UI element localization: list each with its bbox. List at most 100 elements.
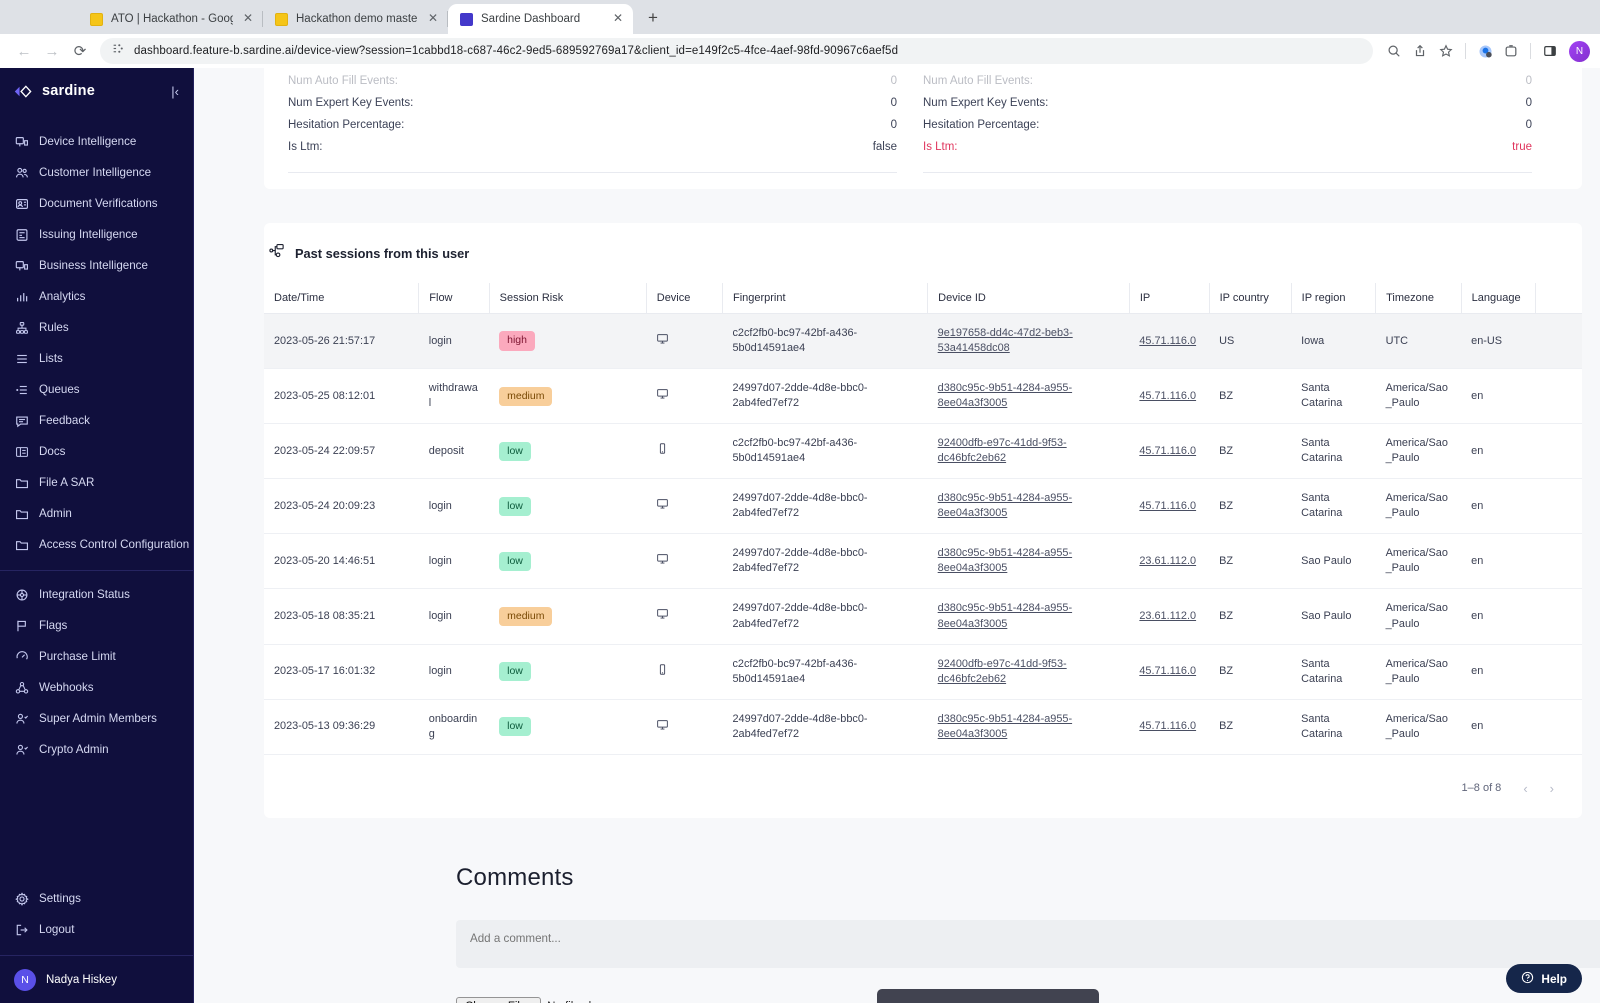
sidebar-item-logout[interactable]: Logout (0, 914, 193, 945)
sidebar-item-file-a-sar[interactable]: File A SAR (0, 467, 193, 498)
sidebar-item-admin[interactable]: Admin (0, 498, 193, 529)
column-header-ip[interactable]: IP (1129, 283, 1209, 314)
sidebar-item-analytics[interactable]: Analytics (0, 281, 193, 312)
cell-ip[interactable]: 45.71.116.0 (1129, 424, 1209, 479)
share-icon[interactable] (1407, 38, 1433, 64)
cell-ip[interactable]: 45.71.116.0 (1129, 479, 1209, 534)
cell-device-id[interactable]: d380c95c-9b51-4284-a955-8ee04a3f3005 (928, 534, 1130, 589)
help-button[interactable]: Help (1506, 964, 1582, 993)
table-row[interactable]: 2023-05-24 22:09:57depositlowc2cf2fb0-bc… (264, 424, 1582, 479)
column-header-language[interactable]: Language (1461, 283, 1535, 314)
sidebar-item-rules[interactable]: Rules (0, 312, 193, 343)
sidebar-item-customer-intelligence[interactable]: Customer Intelligence (0, 157, 193, 188)
sidebar-item-issuing-intelligence[interactable]: Issuing Intelligence (0, 219, 193, 250)
column-header-fingerprint[interactable]: Fingerprint (722, 283, 927, 314)
cell-device-id[interactable]: d380c95c-9b51-4284-a955-8ee04a3f3005 (928, 589, 1130, 644)
extension-puzzle-icon[interactable] (1472, 38, 1498, 64)
status-badge: low (499, 442, 531, 461)
cell-ip[interactable]: 45.71.116.0 (1129, 699, 1209, 754)
column-header-ip-region[interactable]: IP region (1291, 283, 1375, 314)
column-header-timezone[interactable]: Timezone (1376, 283, 1462, 314)
sidebar-item-webhooks[interactable]: Webhooks (0, 672, 193, 703)
search-icon[interactable] (1381, 38, 1407, 64)
column-header-device-id[interactable]: Device ID (928, 283, 1130, 314)
table-row[interactable]: 2023-05-13 09:36:29onboardinglow24997d07… (264, 699, 1582, 754)
table-body: 2023-05-26 21:57:17loginhighc2cf2fb0-bc9… (264, 314, 1582, 755)
avatar[interactable]: N (1569, 41, 1590, 62)
cell-timezone: America/Sao_Paulo (1376, 369, 1462, 424)
site-settings-icon[interactable] (112, 42, 125, 60)
detail-key: Num Auto Fill Events: (288, 75, 398, 87)
sidebar-item-business-intelligence[interactable]: Business Intelligence (0, 250, 193, 281)
webhooks-icon (14, 680, 29, 695)
url-text: dashboard.feature-b.sardine.ai/device-vi… (134, 45, 898, 57)
cell-ip[interactable]: 45.71.116.0 (1129, 314, 1209, 369)
sidebar-item-purchase-limit[interactable]: Purchase Limit (0, 641, 193, 672)
sidebar-item-lists[interactable]: Lists (0, 343, 193, 374)
choose-files-button[interactable]: Choose Files (456, 997, 541, 1003)
close-icon[interactable]: ✕ (241, 12, 255, 26)
browser-tab-2[interactable]: Sardine Dashboard ✕ (448, 4, 633, 34)
sidebar-item-device-intelligence[interactable]: Device Intelligence (0, 126, 193, 157)
forward-button[interactable]: → (38, 37, 66, 65)
brand-logo[interactable]: sardine |‹ (0, 68, 193, 114)
table-row[interactable]: 2023-05-24 20:09:23loginlow24997d07-2dde… (264, 479, 1582, 534)
cell-ip[interactable]: 45.71.116.0 (1129, 369, 1209, 424)
column-header-session-risk[interactable]: Session Risk (489, 283, 646, 314)
back-button[interactable]: ← (10, 37, 38, 65)
mobile-icon (656, 446, 669, 458)
column-header-extra[interactable] (1535, 283, 1582, 314)
cell-ip[interactable]: 23.61.112.0 (1129, 534, 1209, 589)
column-header-device[interactable]: Device (646, 283, 722, 314)
cell-device-id[interactable]: 9e197658-dd4c-47d2-beb3-53a41458dc08 (928, 314, 1130, 369)
status-badge: medium (499, 387, 552, 406)
column-header-flow[interactable]: Flow (419, 283, 489, 314)
sidebar-item-label: Access Control Configuration (39, 538, 189, 551)
collapse-sidebar-icon[interactable]: |‹ (171, 84, 179, 99)
sidebar-item-feedback[interactable]: Feedback (0, 405, 193, 436)
table-row[interactable]: 2023-05-26 21:57:17loginhighc2cf2fb0-bc9… (264, 314, 1582, 369)
cell-ip[interactable]: 23.61.112.0 (1129, 589, 1209, 644)
cell-ip[interactable]: 45.71.116.0 (1129, 644, 1209, 699)
comment-input[interactable] (456, 920, 1600, 968)
cell-session-risk: low (489, 534, 646, 589)
sessions-graph-icon (269, 243, 286, 263)
sidebar-item-queues[interactable]: Queues (0, 374, 193, 405)
sidebar-user[interactable]: N Nadya Hiskey (0, 955, 193, 1003)
address-bar[interactable]: dashboard.feature-b.sardine.ai/device-vi… (100, 38, 1373, 64)
sidebar-item-super-admin-members[interactable]: Super Admin Members (0, 703, 193, 734)
bookmark-star-icon[interactable] (1433, 38, 1459, 64)
sidebar-item-crypto-admin[interactable]: Crypto Admin (0, 734, 193, 765)
side-panel-icon[interactable] (1537, 38, 1563, 64)
table-row[interactable]: 2023-05-25 08:12:01withdrawalmedium24997… (264, 369, 1582, 424)
reload-button[interactable]: ⟳ (66, 37, 94, 65)
sidebar-item-settings[interactable]: Settings (0, 883, 193, 914)
sidebar-item-flags[interactable]: Flags (0, 610, 193, 641)
close-icon[interactable]: ✕ (426, 12, 440, 26)
cell-device-id[interactable]: 92400dfb-e97c-41dd-9f53-dc46bfc2eb62 (928, 424, 1130, 479)
table-row[interactable]: 2023-05-18 08:35:21loginmedium24997d07-2… (264, 589, 1582, 644)
sidebar-item-docs[interactable]: Docs (0, 436, 193, 467)
table-row[interactable]: 2023-05-20 14:46:51loginlow24997d07-2dde… (264, 534, 1582, 589)
new-tab-button[interactable]: + (639, 4, 667, 32)
cell-device-id[interactable]: d380c95c-9b51-4284-a955-8ee04a3f3005 (928, 479, 1130, 534)
cell-device-id[interactable]: d380c95c-9b51-4284-a955-8ee04a3f3005 (928, 699, 1130, 754)
column-header-datetime[interactable]: Date/Time (264, 283, 419, 314)
submit-comment-button[interactable] (877, 989, 1099, 1003)
previous-page-button[interactable]: ‹ (1523, 781, 1527, 796)
column-header-ip-country[interactable]: IP country (1209, 283, 1291, 314)
table-row[interactable]: 2023-05-17 16:01:32loginlowc2cf2fb0-bc97… (264, 644, 1582, 699)
cell-timezone: America/Sao_Paulo (1376, 644, 1462, 699)
sidebar-item-integration-status[interactable]: Integration Status (0, 579, 193, 610)
close-icon[interactable]: ✕ (611, 12, 625, 26)
browser-tab-1[interactable]: Hackathon demo master dec ✕ (263, 4, 448, 34)
sidebar-item-document-verifications[interactable]: Document Verifications (0, 188, 193, 219)
sidebar-item-access-control-configuration[interactable]: Access Control Configuration (0, 529, 193, 560)
cell-device-id[interactable]: d380c95c-9b51-4284-a955-8ee04a3f3005 (928, 369, 1130, 424)
sidebar-divider (0, 570, 193, 571)
sidebar-item-label: Logout (39, 923, 74, 936)
browser-tab-0[interactable]: ATO | Hackathon - Google Sli ✕ (78, 4, 263, 34)
next-page-button[interactable]: › (1550, 781, 1554, 796)
tab-organizer-icon[interactable] (1498, 38, 1524, 64)
cell-device-id[interactable]: 92400dfb-e97c-41dd-9f53-dc46bfc2eb62 (928, 644, 1130, 699)
